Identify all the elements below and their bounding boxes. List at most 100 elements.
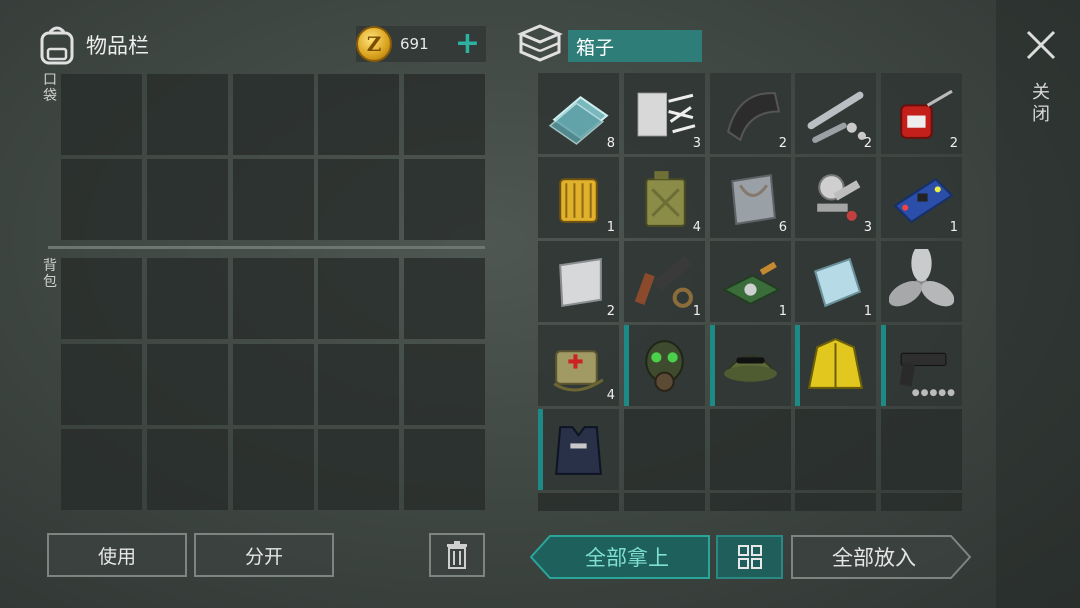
pocket-slot[interactable] xyxy=(233,74,314,155)
rubber-sheet-icon xyxy=(726,92,781,142)
backpack-slot[interactable] xyxy=(318,258,399,339)
coin-icon: Z xyxy=(356,26,392,62)
box-slot[interactable] xyxy=(795,409,876,490)
pocket-slot[interactable] xyxy=(61,74,142,155)
box-name-field[interactable]: 箱子 xyxy=(568,30,702,62)
backpack-slot[interactable] xyxy=(61,344,142,425)
backpack-slot[interactable] xyxy=(404,258,485,339)
backpack-label: 背包 xyxy=(43,258,57,290)
store-all-label: 全部放入 xyxy=(832,546,916,570)
box-slot[interactable] xyxy=(624,493,705,511)
box-item-jerrycan[interactable]: 4 xyxy=(624,157,705,238)
close-label[interactable]: 关闭 xyxy=(1030,82,1052,126)
durability-bar xyxy=(624,325,629,406)
backpack-slot[interactable] xyxy=(233,429,314,510)
box-item-first-aid-bag[interactable]: 4 xyxy=(538,325,619,406)
pocket-slot[interactable] xyxy=(318,159,399,240)
use-button[interactable]: 使用 xyxy=(47,533,187,577)
backpack-slot[interactable] xyxy=(147,258,228,339)
take-all-label: 全部拿上 xyxy=(585,546,669,570)
pocket-slot[interactable] xyxy=(318,74,399,155)
box-item-glass-plate[interactable]: 1 xyxy=(795,241,876,322)
pocket-slot[interactable] xyxy=(147,74,228,155)
box-slot[interactable] xyxy=(538,493,619,511)
backpack-slot[interactable] xyxy=(233,258,314,339)
glass-sheets-icon xyxy=(548,95,609,145)
box-item-oil-filter[interactable]: 1 xyxy=(538,157,619,238)
take-all-button[interactable]: 全部拿上 xyxy=(530,535,710,579)
box-item-steel-plate[interactable]: 6 xyxy=(710,157,791,238)
pocket-slot[interactable] xyxy=(404,159,485,240)
box-item-aluminum-plate[interactable]: 2 xyxy=(538,241,619,322)
durability-bar xyxy=(795,325,800,406)
section-divider xyxy=(48,246,485,249)
cloth-and-rope-icon xyxy=(637,92,696,137)
backpack-slot[interactable] xyxy=(147,344,228,425)
backpack-slot[interactable] xyxy=(318,429,399,510)
item-quantity: 1 xyxy=(863,304,872,319)
box-item-gas-mask[interactable] xyxy=(624,325,705,406)
box-item-military-cap[interactable] xyxy=(710,325,791,406)
pocket-slot[interactable] xyxy=(61,159,142,240)
backpack-icon xyxy=(40,26,74,65)
item-quantity: 4 xyxy=(692,220,701,235)
currency-display: Z 691 + xyxy=(356,26,486,62)
box-item-gun-parts[interactable]: 1 xyxy=(624,241,705,322)
box-slot[interactable] xyxy=(881,493,962,511)
pocket-slot[interactable] xyxy=(147,159,228,240)
item-quantity: 3 xyxy=(863,220,872,235)
box-item-glass-sheets[interactable]: 8 xyxy=(538,73,619,154)
box-item-engine-parts[interactable]: 3 xyxy=(795,157,876,238)
steel-plate-icon xyxy=(731,173,776,226)
use-button-label: 使用 xyxy=(97,545,136,568)
item-quantity: 1 xyxy=(606,220,615,235)
oil-can-icon xyxy=(900,89,953,139)
glass-plate-icon xyxy=(813,257,862,308)
close-icon[interactable] xyxy=(1024,28,1058,62)
backpack-slot[interactable] xyxy=(147,429,228,510)
box-item-pistol[interactable]: ●●●●● xyxy=(881,325,962,406)
split-button[interactable]: 分开 xyxy=(194,533,334,577)
box-item-pipes-and-nuts[interactable]: 2 xyxy=(795,73,876,154)
store-all-button[interactable]: 全部放入 xyxy=(791,535,971,579)
box-item-rubber-sheet[interactable]: 2 xyxy=(710,73,791,154)
backpack-slot[interactable] xyxy=(318,344,399,425)
backpack-slot[interactable] xyxy=(61,429,142,510)
box-item-circuit-board[interactable]: 1 xyxy=(881,157,962,238)
coin-symbol: Z xyxy=(366,32,382,56)
backpack-slot[interactable] xyxy=(61,258,142,339)
box-item-oil-can[interactable]: 2 xyxy=(881,73,962,154)
backpack-slot[interactable] xyxy=(404,429,485,510)
backpack-slot[interactable] xyxy=(233,344,314,425)
box-slot[interactable] xyxy=(710,409,791,490)
trash-button[interactable] xyxy=(429,533,485,577)
box-item-yellow-raincoat[interactable] xyxy=(795,325,876,406)
item-quantity: 1 xyxy=(778,304,787,319)
box-slot[interactable] xyxy=(795,493,876,511)
military-cap-icon xyxy=(724,355,777,382)
item-quantity: 2 xyxy=(778,136,787,151)
pocket-slot[interactable] xyxy=(404,74,485,155)
durability-bar xyxy=(538,409,543,490)
item-quantity: 4 xyxy=(606,388,615,403)
box-item-propeller[interactable] xyxy=(881,241,962,322)
add-currency-button[interactable]: + xyxy=(455,29,480,59)
box-slot[interactable] xyxy=(624,409,705,490)
currency-amount: 691 xyxy=(400,35,429,53)
box-item-cloth-and-rope[interactable]: 3 xyxy=(624,73,705,154)
item-quantity: 1 xyxy=(949,220,958,235)
sort-button[interactable] xyxy=(716,535,783,579)
item-quantity: 2 xyxy=(949,136,958,151)
aluminum-plate-icon xyxy=(559,257,602,308)
backpack-slot[interactable] xyxy=(404,344,485,425)
box-item-police-vest[interactable] xyxy=(538,409,619,490)
gas-mask-icon xyxy=(645,340,684,392)
box-item-electronic-component[interactable]: 1 xyxy=(710,241,791,322)
item-quantity: 6 xyxy=(778,220,787,235)
box-slot[interactable] xyxy=(881,409,962,490)
box-slot[interactable] xyxy=(710,493,791,511)
pocket-slot[interactable] xyxy=(233,159,314,240)
pipes-and-nuts-icon xyxy=(807,91,866,143)
item-quantity: 1 xyxy=(692,304,701,319)
durability-bar xyxy=(710,325,715,406)
